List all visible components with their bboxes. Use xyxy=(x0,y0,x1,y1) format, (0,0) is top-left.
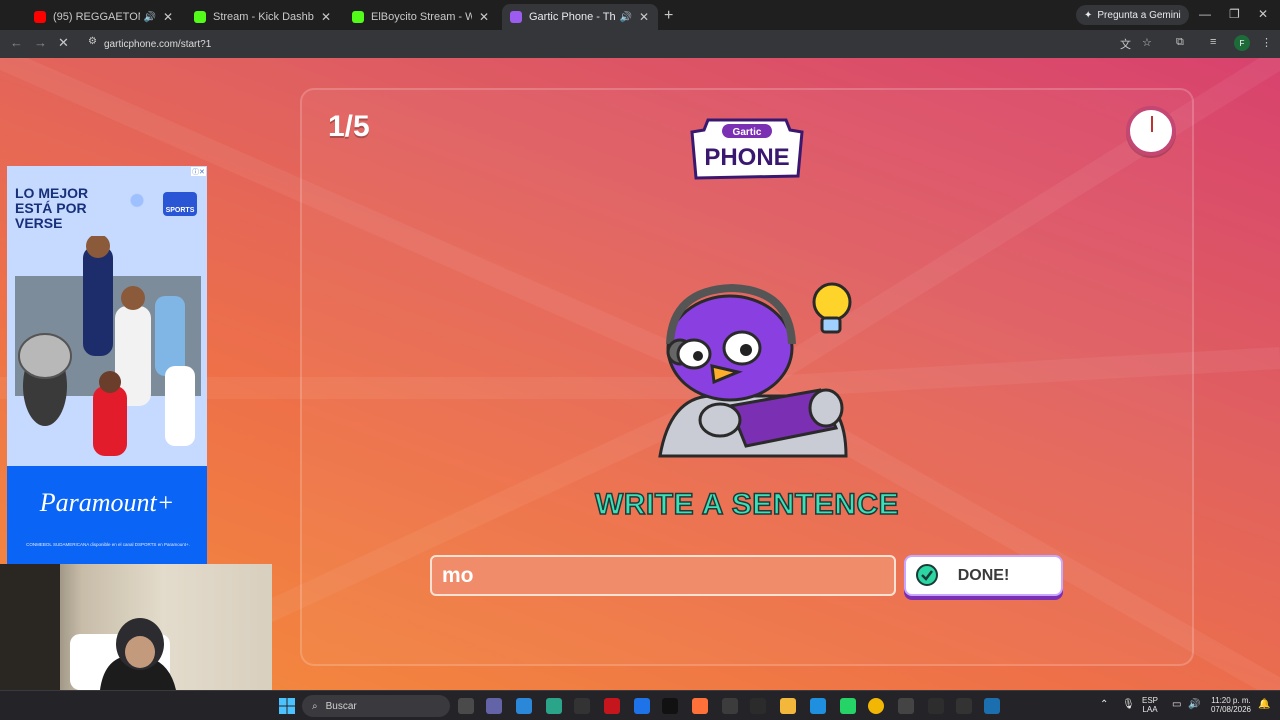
volume-icon[interactable]: 🔊 xyxy=(1188,700,1200,710)
mascot-bird-illustration xyxy=(658,282,852,458)
timer-clock-icon xyxy=(1126,106,1176,156)
speaker-icon[interactable]: 🔊 xyxy=(144,12,156,23)
photos-icon[interactable] xyxy=(546,698,562,714)
language-code: ESP xyxy=(1142,696,1159,705)
gartic-phone-logo: Gartic PHONE xyxy=(690,118,804,180)
translate-icon[interactable]: 文 xyxy=(1120,36,1131,52)
webcam-streamer-image xyxy=(0,564,176,690)
gartic-favicon-icon xyxy=(510,11,522,23)
teams-icon[interactable] xyxy=(486,698,502,714)
kick-favicon-icon xyxy=(352,11,364,23)
tab-title: Stream - Kick Dashboard xyxy=(213,11,314,23)
tab-title: ElBoycito Stream - Watch Live o xyxy=(371,11,472,23)
notifications-icon[interactable]: 🔔 xyxy=(1258,700,1270,710)
minimize-icon[interactable]: — xyxy=(1199,7,1211,21)
close-window-icon[interactable]: ✕ xyxy=(1258,7,1268,21)
gemini-button[interactable]: ✦ Pregunta a Gemini xyxy=(1076,5,1189,25)
app-active-icon[interactable] xyxy=(984,698,1000,714)
tray-overflow-icon[interactable]: ⌃ xyxy=(1100,700,1108,710)
sudamericana-trophy-icon xyxy=(119,192,155,216)
obs-icon[interactable] xyxy=(722,698,738,714)
logo-bottom-text: PHONE xyxy=(704,144,789,171)
bookmark-star-icon[interactable]: ☆ xyxy=(1142,36,1152,49)
gemini-label: Pregunta a Gemini xyxy=(1097,9,1181,21)
search-icon: ⌕ xyxy=(312,700,318,712)
ad-sports-badge: SPORTS xyxy=(163,192,197,216)
url-text[interactable]: garticphone.com/start?1 xyxy=(104,39,211,50)
close-tab-icon[interactable]: ✕ xyxy=(320,10,332,24)
tab-gartic-phone[interactable]: Gartic Phone - The Telepho 🔊 ✕ xyxy=(502,4,658,30)
ad-footer: Paramount+ CONMEBOL SUDAMERICANA disponi… xyxy=(7,466,207,564)
taskbar-search[interactable]: ⌕ Buscar xyxy=(302,695,450,717)
done-button[interactable]: DONE! xyxy=(904,555,1063,596)
windows-start-icon[interactable] xyxy=(279,698,295,714)
reading-list-icon[interactable]: ≡ xyxy=(1210,36,1216,48)
whatsapp-icon[interactable] xyxy=(840,698,856,714)
webcam-overlay xyxy=(0,564,272,690)
done-label: DONE! xyxy=(957,566,1010,584)
checkmark-icon xyxy=(916,564,938,586)
ad-players-photo xyxy=(15,236,201,456)
speaker-icon[interactable]: 🔊 xyxy=(620,12,632,23)
edge-icon[interactable] xyxy=(810,698,826,714)
tab-title: Gartic Phone - The Telepho xyxy=(529,11,616,23)
network-icon[interactable]: ▭ xyxy=(1172,700,1181,710)
chrome-icon[interactable] xyxy=(868,698,884,714)
new-tab-icon[interactable]: + xyxy=(664,7,673,25)
app-red-icon[interactable] xyxy=(604,698,620,714)
close-tab-icon[interactable]: ✕ xyxy=(162,10,174,24)
paramount-plus-logo: Paramount+ xyxy=(39,488,175,517)
forward-icon[interactable]: → xyxy=(34,35,47,50)
app-generic-icon[interactable] xyxy=(928,698,944,714)
ad-fine-print: CONMEBOL SUDAMERICANA disponible en el c… xyxy=(26,542,190,547)
address-bar[interactable]: garticphone.com/start?1 xyxy=(80,33,1160,55)
app-g-icon[interactable] xyxy=(956,698,972,714)
youtube-favicon-icon xyxy=(34,11,46,23)
browser-tab-strip: (95) REGGAETON OLD SCH 🔊 ✕ Stream - Kick… xyxy=(0,0,1280,30)
microphone-icon[interactable]: 🎙 xyxy=(1122,700,1135,710)
outlook-icon[interactable] xyxy=(634,698,650,714)
browser-toolbar: ← → ✕ garticphone.com/start?1 ⚙ 文 ☆ ⧉ ≡ … xyxy=(0,30,1280,58)
keyboard-layout: LAA xyxy=(1142,705,1158,714)
restore-icon[interactable]: ❐ xyxy=(1229,7,1240,21)
tiktok-icon[interactable] xyxy=(662,698,678,714)
search-label: Buscar xyxy=(325,700,357,712)
advertisement-banner[interactable]: ⓘ✕ LO MEJOR ESTÁ POR VERSE SPORTS Paramo… xyxy=(7,166,207,564)
gartic-page: 1/5 Gartic PHONE WRITE A SENTENCE mo DON… xyxy=(0,58,1280,690)
tab-kick-dashboard[interactable]: Stream - Kick Dashboard ✕ xyxy=(186,4,340,30)
firefox-icon[interactable] xyxy=(692,698,708,714)
windows-taskbar: ⌕ Buscar ⌃ 🎙 ESP LAA ▭ 🔊 11:20 p. m. 07/… xyxy=(0,690,1280,720)
profile-avatar[interactable]: F xyxy=(1234,35,1250,51)
chatgpt-icon[interactable] xyxy=(750,698,766,714)
language-indicator[interactable]: ESP LAA xyxy=(1142,696,1158,714)
logo-top-text: Gartic xyxy=(733,127,762,138)
close-tab-icon[interactable]: ✕ xyxy=(478,10,490,24)
extensions-icon[interactable]: ⧉ xyxy=(1176,36,1184,49)
app-settings-icon[interactable] xyxy=(898,698,914,714)
close-tab-icon[interactable]: ✕ xyxy=(638,10,650,24)
ad-close-icon[interactable]: ⓘ✕ xyxy=(191,167,206,176)
store-icon[interactable] xyxy=(516,698,532,714)
tab-title: (95) REGGAETON OLD SCH xyxy=(53,11,140,23)
clock-time: 11:20 p. m. xyxy=(1211,696,1251,705)
ad-headline: LO MEJOR ESTÁ POR VERSE xyxy=(15,185,89,231)
task-view-icon[interactable] xyxy=(458,698,474,714)
site-info-icon[interactable]: ⚙ xyxy=(88,36,97,47)
menu-kebab-icon[interactable]: ⋮ xyxy=(1261,36,1272,49)
kick-favicon-icon xyxy=(194,11,206,23)
media-icon[interactable] xyxy=(574,698,590,714)
stop-loading-icon[interactable]: ✕ xyxy=(58,35,69,51)
round-counter: 1/5 xyxy=(328,110,370,143)
back-icon[interactable]: ← xyxy=(10,35,23,50)
tab-youtube[interactable]: (95) REGGAETON OLD SCH 🔊 ✕ xyxy=(26,4,182,30)
clock[interactable]: 11:20 p. m. 07/08/2026 xyxy=(1206,696,1256,714)
gemini-sparkle-icon: ✦ xyxy=(1084,9,1093,21)
file-explorer-icon[interactable] xyxy=(780,698,796,714)
sentence-input[interactable] xyxy=(430,555,896,596)
clock-date: 07/08/2026 xyxy=(1210,705,1252,714)
tab-elboycito-stream[interactable]: ElBoycito Stream - Watch Live o ✕ xyxy=(344,4,498,30)
